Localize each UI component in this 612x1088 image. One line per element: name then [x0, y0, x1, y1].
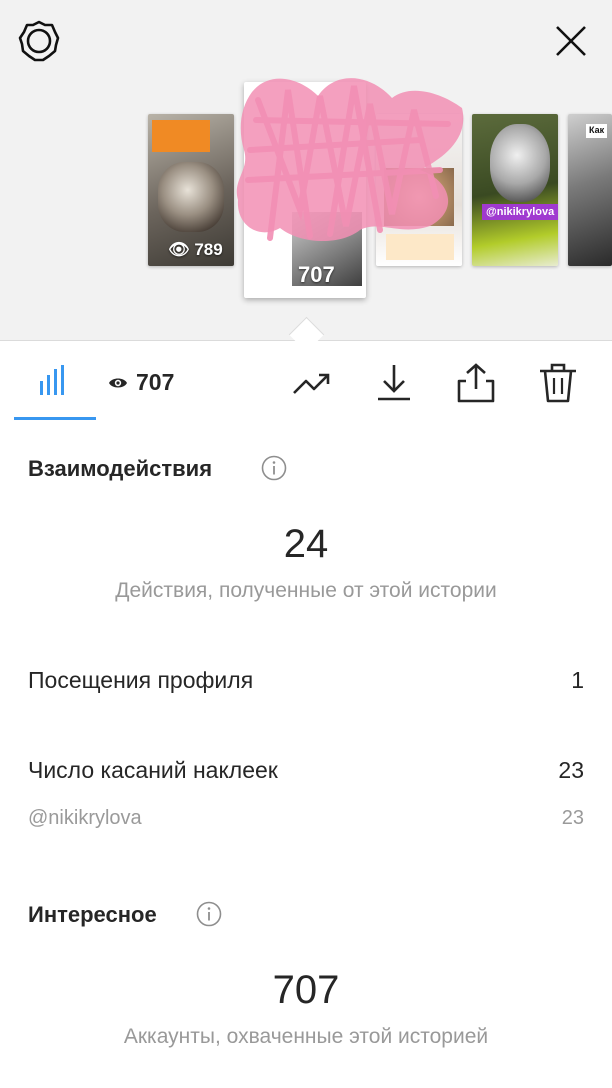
sticker-mention-label: @nikikrylova: [28, 807, 142, 829]
story-thumbnail-selected[interactable]: 707: [244, 82, 366, 298]
share-icon: [457, 363, 495, 403]
thumbnail-photo: [158, 162, 224, 232]
story-thumbnail[interactable]: @nikikrylova: [472, 114, 558, 266]
eye-icon: 👁: [168, 240, 190, 259]
promote-button[interactable]: [290, 361, 334, 405]
thumbnail-sticker: Как: [586, 124, 608, 138]
sticker-taps-label: Число касаний наклеек: [28, 757, 278, 783]
tab-insights[interactable]: [34, 363, 74, 399]
thumbnail-sticker: [386, 234, 454, 260]
discovery-info-button[interactable]: [196, 901, 222, 927]
interactions-caption: Действия, полученные от этой истории: [115, 579, 497, 602]
story-preview-area: 👁 789 707 @nikikrylova Как: [0, 0, 612, 353]
profile-visits-value: 1: [571, 667, 584, 693]
active-tab-indicator: [14, 417, 96, 420]
info-icon: [196, 901, 222, 927]
close-icon: [556, 26, 586, 56]
discovery-title: Интересное: [28, 902, 157, 927]
sticker-taps-value: 23: [558, 757, 584, 783]
story-thumbnail[interactable]: Как: [568, 114, 612, 266]
thumbnail-sticker: @nikikrylova: [482, 204, 558, 221]
thumbnail-sticker: [152, 120, 210, 152]
discovery-caption: Аккаунты, охваченные этой историей: [123, 1025, 489, 1048]
discovery-total: 707: [272, 968, 340, 1012]
share-button[interactable]: [454, 361, 498, 405]
info-icon: [261, 455, 287, 481]
sticker-mention-value: 23: [561, 807, 584, 829]
download-icon: [378, 365, 410, 401]
settings-button[interactable]: [16, 18, 62, 64]
interactions-total: 24: [283, 522, 329, 566]
interactions-info-button[interactable]: [261, 455, 287, 481]
tab-viewers[interactable]: 707: [108, 369, 174, 396]
trending-icon: [293, 373, 330, 394]
thumbnail-photo: [384, 168, 454, 226]
download-button[interactable]: [372, 361, 416, 405]
eye-icon: [109, 378, 127, 387]
close-button[interactable]: [548, 18, 594, 64]
trash-icon: [540, 363, 576, 403]
settings-icon: [18, 20, 60, 62]
thumbnail-photo: [490, 124, 550, 202]
interactions-title: Взаимодействия: [28, 456, 213, 481]
insights-toolbar: 707: [0, 341, 612, 421]
views-count: 707: [136, 369, 175, 395]
delete-button[interactable]: [536, 361, 580, 405]
bar-chart-icon: [40, 365, 64, 395]
profile-visits-label: Посещения профиля: [28, 667, 254, 693]
thumbnail-views: 👁 789: [168, 240, 223, 259]
thumbnail-views: 707: [298, 262, 335, 287]
story-thumbnail[interactable]: [376, 114, 462, 266]
story-thumbnail[interactable]: 👁 789: [148, 114, 234, 266]
